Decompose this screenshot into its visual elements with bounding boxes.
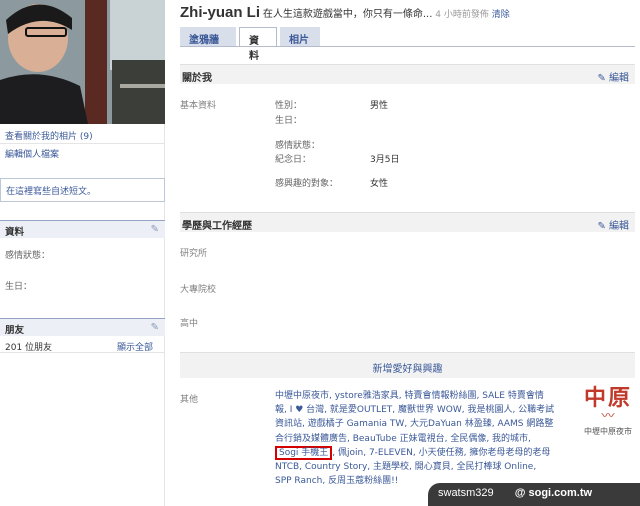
- bio-box[interactable]: 在這裡寫些自述短文。: [0, 178, 165, 202]
- status-text: 在人生這款遊戲當中，你只有一條命...: [262, 9, 433, 20]
- relationship-label: 感情狀態：: [275, 141, 321, 151]
- profile-header: Zhi-yuan Li 在人生這款遊戲當中，你只有一條命... 4 小時前發佈 …: [180, 4, 510, 21]
- sex-label: 性別：: [275, 101, 303, 111]
- sex-value: 男性: [370, 101, 389, 111]
- profile-name: Zhi-yuan Li: [180, 4, 260, 21]
- divider: [0, 143, 165, 144]
- pencil-icon[interactable]: ✎: [151, 322, 159, 333]
- highlighted-interest[interactable]: Sogi 手機王: [275, 445, 333, 460]
- add-interest-bar: 新增愛好與興趣: [180, 352, 635, 378]
- info-relationship-label: 感情狀態：: [5, 251, 51, 261]
- education-section-header: 學歷與工作經歷 ✎ 編輯: [180, 212, 635, 232]
- education-title: 學歷與工作經歷: [182, 221, 252, 232]
- logo-seal: 中原: [583, 385, 632, 411]
- anniversary-label: 紀念日：: [275, 155, 312, 165]
- status-time: 4 小時前發佈: [435, 10, 489, 20]
- add-interest-link[interactable]: 新增愛好與興趣: [373, 364, 443, 375]
- college-label: 大專院校: [180, 285, 217, 295]
- interested-label: 感興趣的對象：: [275, 179, 339, 189]
- info-box-title: 資料: [5, 227, 25, 238]
- friends-box-title: 朋友: [5, 325, 25, 336]
- edit-profile-link[interactable]: 編輯個人檔案: [5, 147, 59, 160]
- about-edit-link[interactable]: ✎ 編輯: [597, 69, 629, 84]
- anniversary-value: 3月5日: [370, 155, 400, 165]
- basic-info-label: 基本資料: [180, 101, 217, 111]
- watermark-user: swatsm329: [438, 487, 494, 499]
- left-column: 查看關於我的相片 (9) 編輯個人檔案 在這裡寫些自述短文。 資料 ✎ 感情狀態…: [0, 0, 165, 506]
- tab-wall[interactable]: 塗鴉牆: [180, 27, 236, 47]
- watermark-site: @ sogi.com.tw: [514, 487, 593, 499]
- interested-value: 女性: [370, 179, 389, 189]
- other-label: 其他: [180, 395, 199, 405]
- info-box-header: 資料 ✎: [0, 220, 165, 238]
- tab-photos[interactable]: 相片: [280, 27, 320, 47]
- info-birthday-label: 生日：: [5, 282, 33, 292]
- view-photos-link[interactable]: 查看關於我的相片 (9): [5, 129, 93, 142]
- watermark: swatsm329 @ sogi.com.tw: [428, 483, 640, 506]
- other-interests-text: 中壢中原夜市, ystore雅浩家具, 特賣會情報粉絲團, SALE 特賣會情報…: [275, 389, 555, 488]
- about-title: 關於我: [182, 73, 212, 84]
- grad-school-label: 研究所: [180, 249, 208, 259]
- interests-before[interactable]: 中壢中原夜市, ystore雅浩家具, 特賣會情報粉絲團, SALE 特賣會情報…: [275, 391, 554, 444]
- tab-info[interactable]: 資料: [239, 27, 277, 62]
- birthday-label: 生日：: [275, 116, 303, 126]
- profile-photo[interactable]: [0, 0, 165, 124]
- logo-caption: 中壢中原夜市: [584, 427, 632, 436]
- night-market-logo: 中原 〰 中壢中原夜市: [582, 386, 634, 437]
- main-column: Zhi-yuan Li 在人生這款遊戲當中，你只有一條命... 4 小時前發佈 …: [170, 0, 635, 506]
- education-edit-link[interactable]: ✎ 編輯: [597, 217, 629, 232]
- pencil-icon[interactable]: ✎: [151, 224, 159, 235]
- logo-flourish: 〰: [601, 409, 615, 424]
- friends-box-header: 朋友 ✎: [0, 318, 165, 336]
- about-section-header: 關於我 ✎ 編輯: [180, 64, 635, 84]
- high-school-label: 高中: [180, 319, 199, 329]
- clear-status-link[interactable]: 清除: [492, 10, 510, 20]
- tab-underline: [180, 46, 635, 47]
- divider: [0, 352, 165, 353]
- bio-placeholder[interactable]: 在這裡寫些自述短文。: [6, 187, 96, 197]
